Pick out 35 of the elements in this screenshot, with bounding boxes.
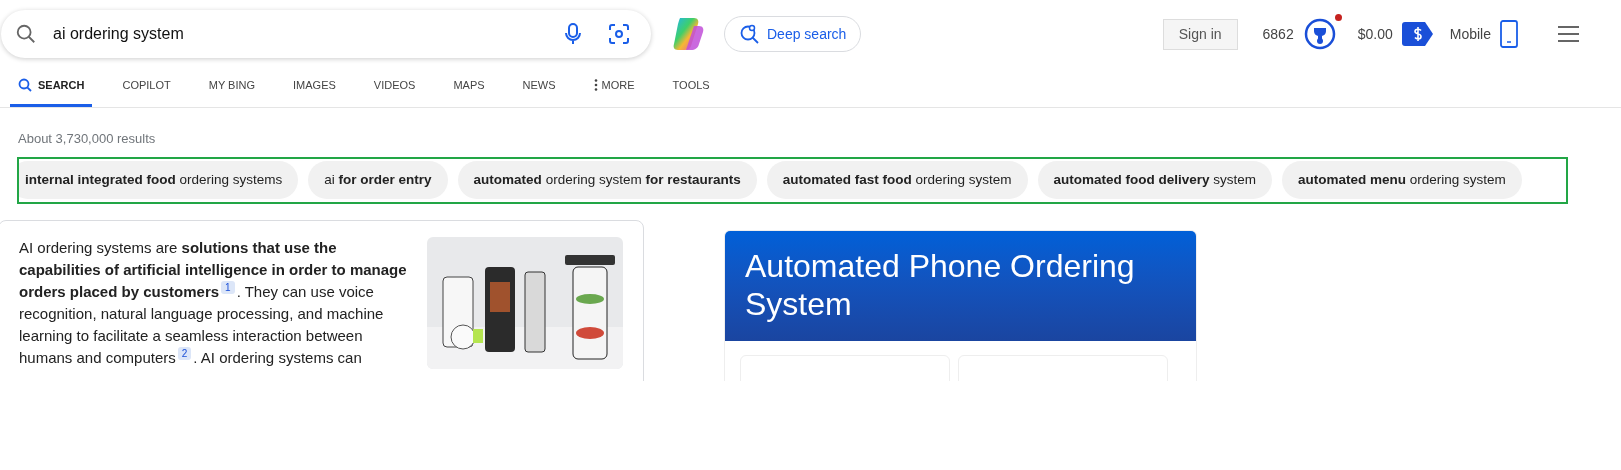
tab[interactable]: MY BING	[200, 66, 263, 107]
tab[interactable]: NEWS	[514, 66, 564, 107]
related-search-chip[interactable]: internal integrated food ordering systems	[19, 161, 299, 199]
mobile-link[interactable]: Mobile	[1449, 23, 1491, 45]
tab[interactable]: IMAGES	[285, 66, 344, 107]
related-search-chip[interactable]: automated menu ordering system	[1282, 161, 1522, 199]
microphone-icon[interactable]	[565, 23, 581, 45]
search-icon	[15, 23, 37, 45]
citation-link[interactable]: 2	[177, 346, 192, 360]
search-icon	[18, 78, 32, 92]
result-count: About 3,730,000 results	[18, 130, 157, 148]
more-icon	[593, 79, 598, 91]
deep-search-icon	[739, 24, 759, 44]
tab[interactable]: VIDEOS	[365, 66, 424, 107]
related-search-chip[interactable]: automated fast food ordering system	[766, 161, 1028, 199]
dollar-tag-icon[interactable]	[1401, 22, 1434, 46]
menu-icon[interactable]	[1558, 26, 1579, 42]
related-search-chip[interactable]: ai for order entry	[308, 161, 448, 199]
citation-link[interactable]: 1	[221, 280, 235, 294]
tab[interactable]: SEARCH	[10, 66, 93, 107]
sign-in-button[interactable]: Sign in	[1162, 18, 1238, 50]
rewards-trophy-icon[interactable]	[1303, 18, 1336, 50]
answer-paragraph: AI ordering systems are solutions that use the capabilities of artificial intelligence in order to manage orders placed by customers $^{1}$ . They can use voice recognition, natural language processing, and machine learning to facilitate a seamless interaction between humans and computers $^{2}$ . AI ordering systems can	[19, 237, 408, 368]
tab[interactable]: MAPS	[445, 66, 493, 107]
camera-search-icon[interactable]	[609, 24, 629, 44]
tab[interactable]: TOOLS	[664, 66, 718, 107]
balance-amount: $0.00	[1357, 24, 1393, 44]
phone-icon[interactable]	[1500, 20, 1518, 48]
related-search-chip[interactable]: automated ordering system for restaurants	[457, 161, 757, 199]
rewards-points: 6862	[1262, 24, 1294, 44]
related-search-chip[interactable]: automated food delivery system	[1037, 161, 1273, 199]
search-input[interactable]: ai ordering system	[53, 22, 553, 46]
tab[interactable]: COPILOT	[114, 66, 179, 107]
tab[interactable]: MORE	[585, 66, 643, 107]
panel-title: Automated Phone Ordering System	[745, 246, 1136, 323]
